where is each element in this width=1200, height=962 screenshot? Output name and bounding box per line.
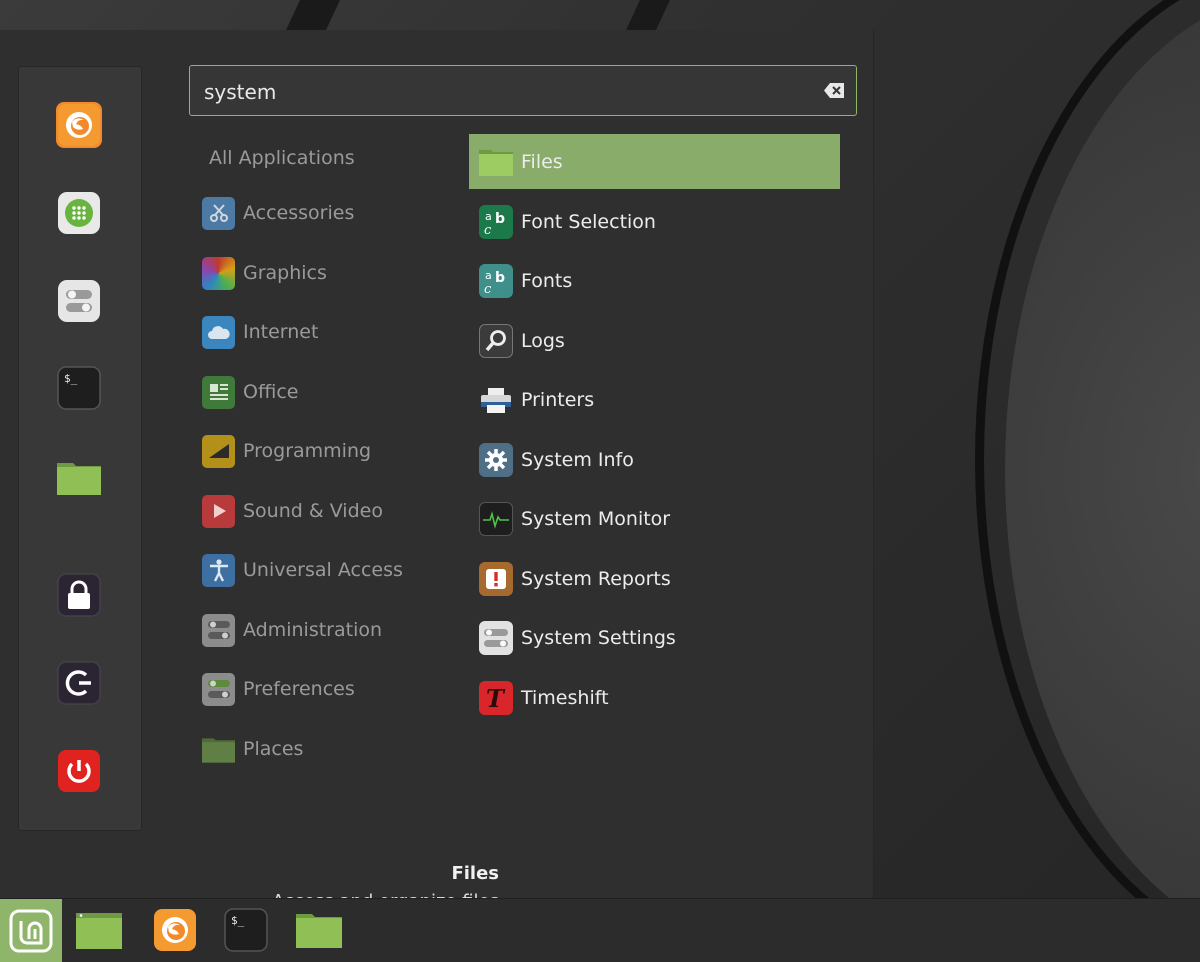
font-selection-icon: abc [479,204,513,239]
clear-search-icon[interactable] [824,83,844,98]
fonts-icon: abc [479,263,513,298]
app-label: System Settings [521,626,676,649]
category-label: Graphics [243,262,327,284]
category-graphics[interactable]: Graphics [202,253,327,293]
accessibility-icon [202,553,235,587]
category-all-applications[interactable]: All Applications [209,138,355,178]
mint-logo-icon [9,909,53,952]
search-box[interactable] [189,65,857,117]
magnifier-icon [479,323,513,358]
svg-text:$_: $_ [64,372,78,385]
app-printers[interactable]: Printers [469,372,840,427]
app-system-monitor[interactable]: System Monitor [469,491,840,546]
app-files[interactable]: Files [469,134,840,189]
timeshift-icon: T [479,680,513,715]
app-label: Files [521,150,563,173]
preferences-icon [202,672,235,706]
files-icon[interactable] [56,453,102,499]
software-manager-icon[interactable] [56,190,102,236]
category-label: Places [243,738,304,760]
taskbar-show-desktop[interactable] [74,907,124,953]
app-system-reports[interactable]: System Reports [469,551,840,606]
files-icon [296,914,342,948]
system-settings-icon[interactable] [56,278,102,324]
category-places[interactable]: Places [202,729,303,769]
category-programming[interactable]: Programming [202,431,371,471]
search-input[interactable] [202,66,806,117]
taskbar: $_ [0,898,1200,962]
app-label: Timeshift [521,686,609,709]
category-label: Accessories [243,202,355,224]
system-reports-icon [479,561,513,596]
terminal-icon: $_ [224,908,268,952]
scissors-icon [202,196,235,230]
svg-text:a: a [485,210,492,223]
svg-text:T: T [486,684,506,712]
taskbar-firefox[interactable] [150,907,200,953]
category-preferences[interactable]: Preferences [202,669,355,709]
app-label: System Reports [521,567,671,590]
cloud-icon [202,315,235,349]
svg-text:a: a [485,269,492,282]
app-logs[interactable]: Logs [469,313,840,368]
category-label: Sound & Video [243,500,383,522]
printer-icon [479,383,513,417]
firefox-icon [154,909,196,951]
terminal-icon[interactable]: $_ [56,365,102,411]
category-internet[interactable]: Internet [202,312,318,352]
app-label: Logs [521,329,565,352]
system-monitor-icon [479,501,513,536]
app-label: Font Selection [521,210,656,233]
selected-app-title: Files [451,863,499,884]
show-desktop-icon [76,913,122,949]
administration-icon [202,613,235,647]
app-label: System Monitor [521,507,671,530]
office-icon [202,375,235,409]
menu-button[interactable] [0,899,62,962]
app-label: Fonts [521,269,573,292]
folder-icon [202,733,235,766]
lock-screen-icon[interactable] [56,572,102,618]
logout-icon[interactable] [56,660,102,706]
app-timeshift[interactable]: T Timeshift [469,670,840,725]
category-office[interactable]: Office [202,372,298,412]
favorites-sidebar: $_ [18,66,142,831]
category-label: Preferences [243,678,355,700]
firefox-icon[interactable] [56,102,102,148]
category-universal-access[interactable]: Universal Access [202,550,403,590]
category-label: All Applications [209,147,355,169]
graphics-icon [202,256,235,290]
app-system-settings[interactable]: System Settings [469,610,840,665]
svg-text:c: c [484,223,492,237]
power-icon[interactable] [56,748,102,794]
category-label: Programming [243,440,372,462]
application-menu: $_ system All Applications Accessories G… [0,30,874,912]
svg-text:$_: $_ [231,914,245,927]
taskbar-terminal[interactable]: $_ [221,907,271,953]
play-icon [202,494,235,528]
category-accessories[interactable]: Accessories [202,193,354,233]
programming-icon [202,434,235,468]
svg-text:b: b [495,211,505,227]
app-fonts[interactable]: abc Fonts [469,253,840,308]
system-settings-icon [479,620,513,655]
category-sound-video[interactable]: Sound & Video [202,491,383,531]
app-system-info[interactable]: System Info [469,432,840,487]
category-label: Administration [243,619,383,641]
category-label: Internet [243,321,319,343]
svg-text:c: c [484,282,492,296]
category-label: Office [243,381,299,403]
taskbar-files[interactable] [294,907,344,953]
app-label: System Info [521,448,634,471]
app-label: Printers [521,388,595,411]
svg-text:b: b [495,270,505,286]
category-administration[interactable]: Administration [202,610,382,650]
folder-icon [479,145,513,179]
app-font-selection[interactable]: abc Font Selection [469,194,840,249]
wallpaper-disc [1005,0,1200,898]
category-label: Universal Access [243,559,403,581]
gear-icon [479,442,513,477]
